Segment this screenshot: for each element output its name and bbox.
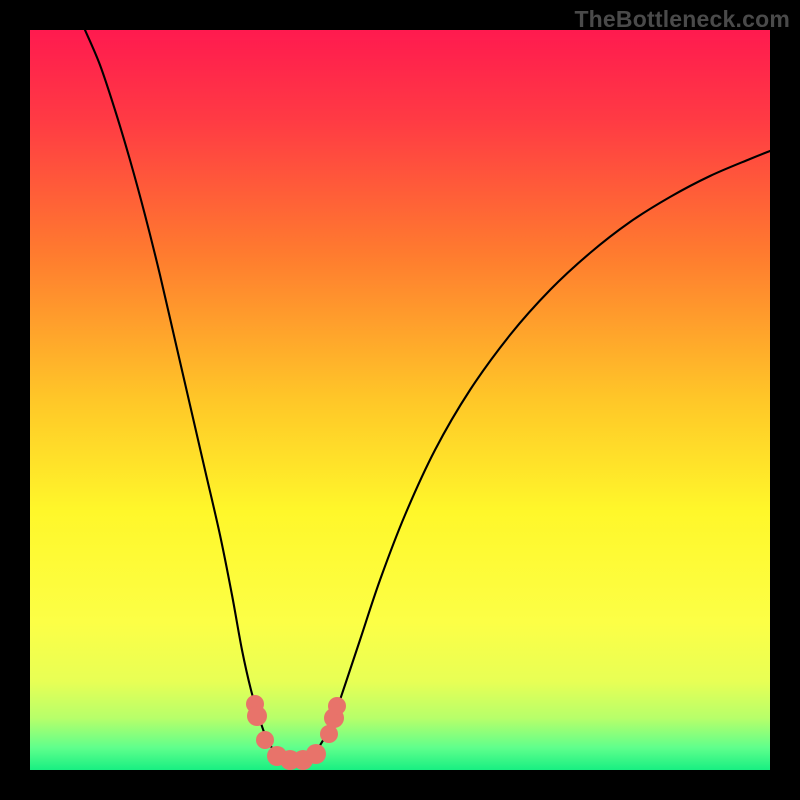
gradient-background [30, 30, 770, 770]
chart-stage: TheBottleneck.com [0, 0, 800, 800]
plot-area [30, 30, 770, 770]
curve-marker [328, 697, 346, 715]
curve-marker [306, 744, 326, 764]
curve-marker [247, 706, 267, 726]
bottleneck-chart [30, 30, 770, 770]
watermark-label: TheBottleneck.com [574, 6, 790, 33]
curve-marker [256, 731, 274, 749]
